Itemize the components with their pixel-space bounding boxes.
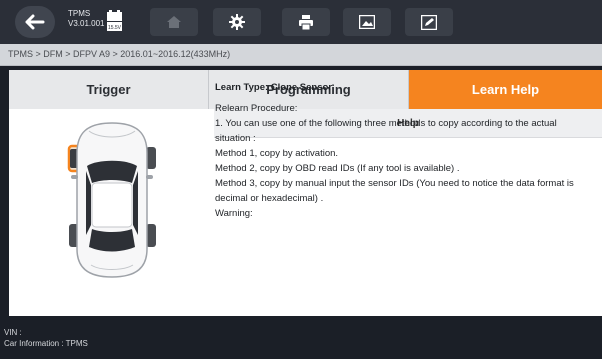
breadcrumb: TPMS > DFM > DFPV A9 > 2016.01~2016.12(4… — [8, 49, 231, 59]
edit-icon — [421, 14, 437, 30]
battery-indicator: 15.5V — [107, 10, 122, 31]
screenshot-button[interactable] — [343, 8, 391, 36]
back-arrow-icon — [25, 14, 45, 30]
top-toolbar: TPMS V3.01.001 15.5V — [0, 0, 602, 44]
learn-type: Learn Type: Clone Sensor — [215, 82, 333, 93]
help-line: Warning: — [215, 208, 253, 219]
back-button[interactable] — [15, 6, 55, 38]
help-line: Method 1, copy by activation. — [215, 148, 339, 159]
vin-label: VIN : — [4, 328, 22, 337]
breadcrumb-bar: TPMS > DFM > DFPV A9 > 2016.01~2016.12(4… — [0, 44, 602, 66]
help-line: Relearn Procedure: — [215, 103, 298, 114]
tab-trigger[interactable]: Trigger — [9, 70, 209, 109]
car-top-view-icon — [67, 122, 156, 278]
home-button[interactable] — [150, 8, 198, 36]
app-version: V3.01.001 — [68, 19, 105, 28]
app-name: TPMS — [68, 9, 91, 18]
edit-button[interactable] — [405, 8, 453, 36]
footer: VIN : Car Information : TPMS — [0, 322, 602, 359]
printer-icon — [299, 14, 313, 30]
home-icon — [167, 16, 181, 28]
battery-icon: 15.5V — [107, 10, 122, 31]
help-line: Method 3, copy by manual input the senso… — [215, 178, 574, 204]
settings-button[interactable] — [213, 8, 261, 36]
help-line: 1. You can use one of the following thre… — [215, 118, 557, 144]
image-icon — [359, 15, 375, 29]
car-information: Car Information : TPMS — [4, 339, 88, 348]
battery-voltage: 15.5V — [108, 25, 122, 31]
help-content: Learn Type: Clone Sensor Relearn Procedu… — [215, 80, 585, 221]
car-diagram — [9, 109, 214, 316]
gear-icon — [229, 14, 245, 30]
print-button[interactable] — [282, 8, 330, 36]
app-info: TPMS V3.01.001 — [68, 9, 104, 29]
help-line: Method 2, copy by OBD read IDs (If any t… — [215, 163, 460, 174]
